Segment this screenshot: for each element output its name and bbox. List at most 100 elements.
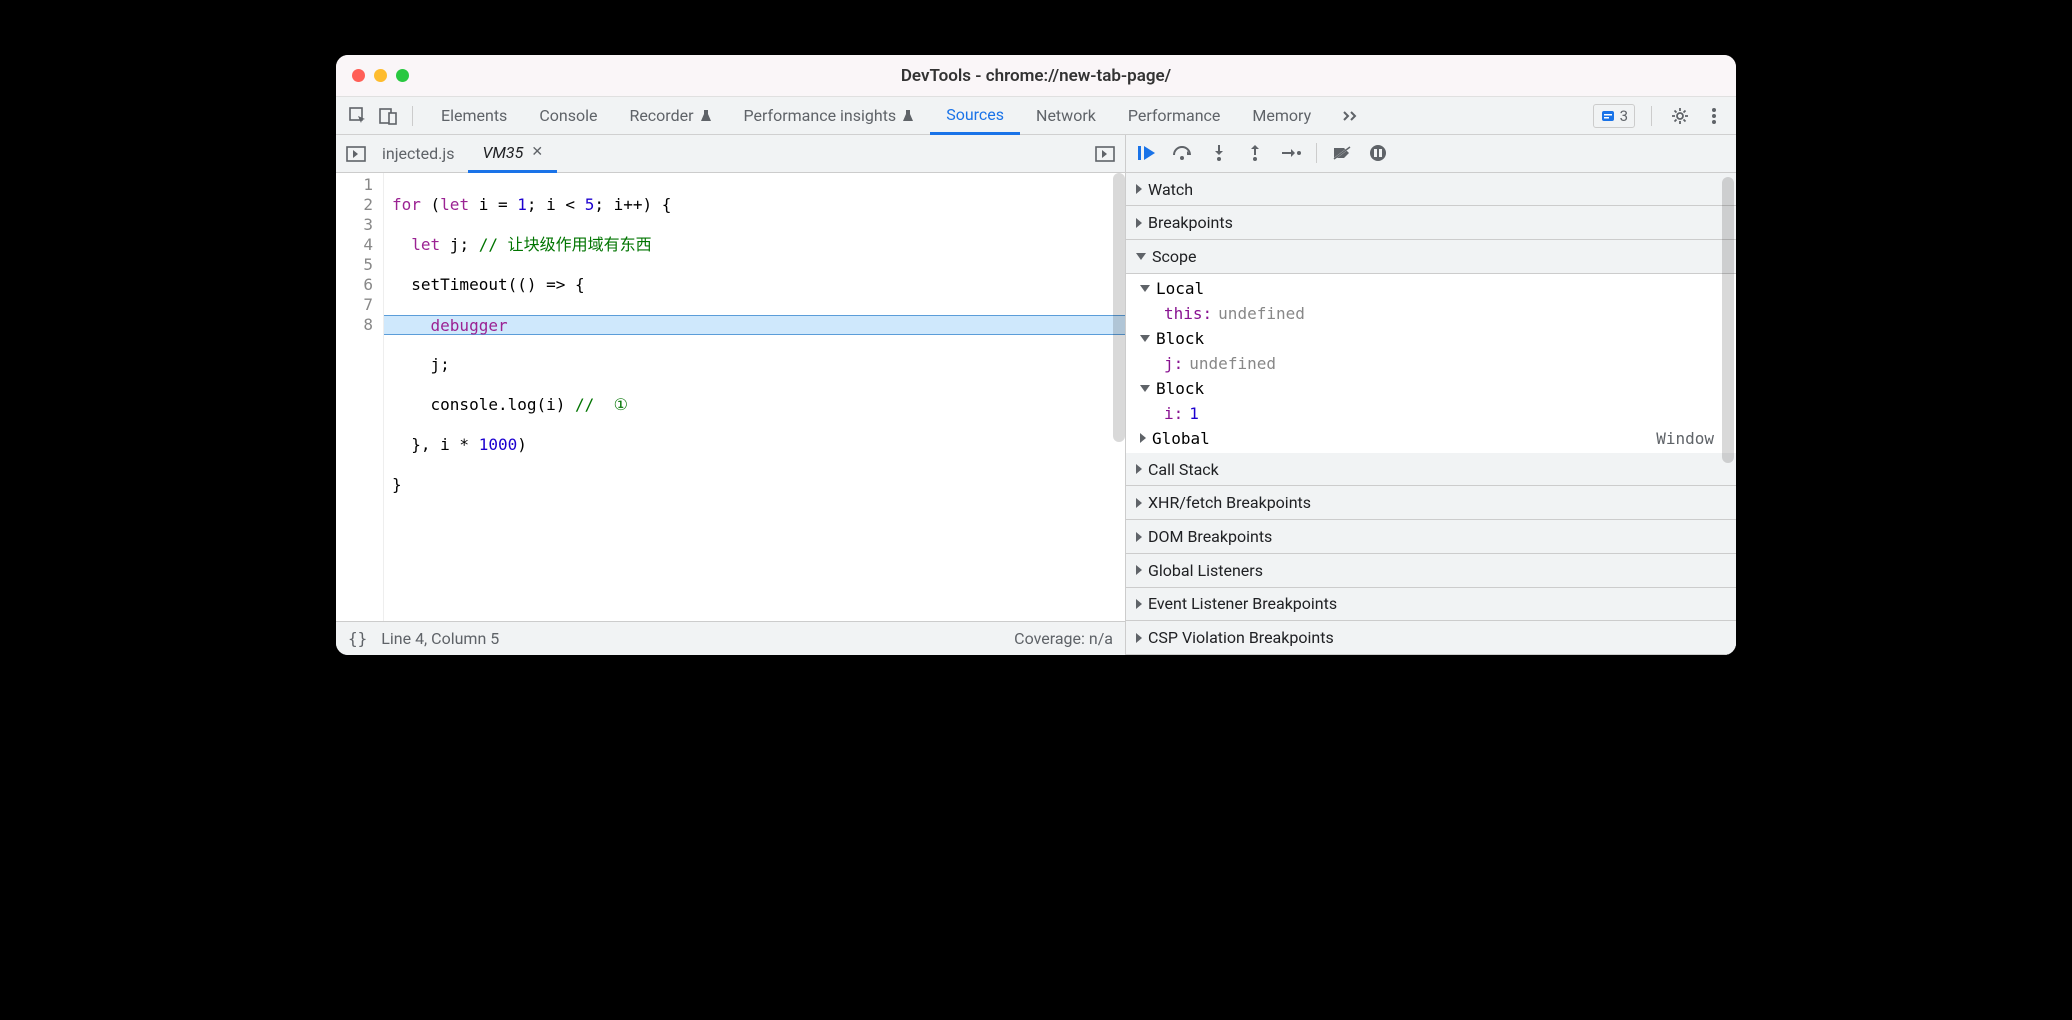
- scope-label: Local: [1156, 276, 1204, 301]
- line-number: 5: [336, 255, 373, 275]
- code-line: }, i * 1000): [390, 435, 1125, 455]
- editor[interactable]: 1 2 3 4 5 6 7 8 for (let i = 1; i < 5; i…: [336, 173, 1125, 621]
- tab-performance-insights-label: Performance insights: [744, 106, 897, 125]
- minimize-window-button[interactable]: [374, 69, 387, 82]
- inspect-element-icon[interactable]: [346, 104, 370, 128]
- section-label: Event Listener Breakpoints: [1148, 594, 1337, 613]
- toolbar-separator: [412, 106, 413, 126]
- main-toolbar: Elements Console Recorder Performance in…: [336, 97, 1736, 135]
- scope-body: Local this: undefined Block j: undefined…: [1126, 274, 1736, 453]
- chevron-right-icon: [1136, 498, 1142, 508]
- scope-block-2[interactable]: Block: [1126, 376, 1736, 401]
- section-label: CSP Violation Breakpoints: [1148, 628, 1334, 647]
- chevron-right-icon: [1136, 633, 1142, 643]
- code-line: }: [390, 475, 1125, 495]
- scope-var-this[interactable]: this: undefined: [1126, 301, 1736, 326]
- maximize-window-button[interactable]: [396, 69, 409, 82]
- section-xhr-breakpoints[interactable]: XHR/fetch Breakpoints: [1126, 486, 1736, 520]
- tab-performance[interactable]: Performance: [1112, 97, 1237, 135]
- file-tab-label: injected.js: [382, 144, 454, 163]
- line-number: 7: [336, 295, 373, 315]
- file-tabs-right: [1093, 142, 1117, 166]
- scope-local[interactable]: Local: [1126, 276, 1736, 301]
- titlebar: DevTools - chrome://new-tab-page/: [336, 55, 1736, 97]
- scope-var-i[interactable]: i: 1: [1126, 401, 1736, 426]
- tab-sources[interactable]: Sources: [930, 97, 1020, 135]
- toolbar-right: 3: [1593, 104, 1726, 128]
- close-tab-icon[interactable]: ✕: [531, 144, 543, 160]
- section-watch[interactable]: Watch: [1126, 173, 1736, 207]
- coverage-status: Coverage: n/a: [1014, 629, 1113, 648]
- tab-memory[interactable]: Memory: [1236, 97, 1327, 135]
- step-out-button[interactable]: [1244, 142, 1266, 164]
- section-scope[interactable]: Scope: [1126, 240, 1736, 274]
- chevron-right-icon: [1136, 464, 1142, 474]
- more-options-icon[interactable]: [1702, 104, 1726, 128]
- section-breakpoints[interactable]: Breakpoints: [1126, 206, 1736, 240]
- issues-badge[interactable]: 3: [1593, 104, 1635, 128]
- section-label: Scope: [1152, 247, 1196, 266]
- editor-pane: injected.js VM35 ✕ 1 2 3 4: [336, 135, 1126, 655]
- section-label: Breakpoints: [1148, 213, 1233, 232]
- more-tabs-button[interactable]: [1327, 97, 1377, 135]
- file-tab-vm35[interactable]: VM35 ✕: [468, 135, 557, 173]
- resume-button[interactable]: [1136, 142, 1158, 164]
- step-into-button[interactable]: [1208, 142, 1230, 164]
- chevron-right-icon: [1136, 218, 1142, 228]
- step-button[interactable]: [1280, 142, 1302, 164]
- right-scrollbar[interactable]: [1722, 177, 1734, 463]
- scope-global[interactable]: Global Window: [1126, 426, 1736, 451]
- code-line-highlighted: debugger: [384, 315, 1125, 335]
- tab-performance-insights[interactable]: Performance insights: [728, 97, 931, 135]
- issue-icon: [1600, 108, 1616, 124]
- debugger-pane: Watch Breakpoints Scope Local this: unde…: [1126, 135, 1736, 655]
- scope-var-j[interactable]: j: undefined: [1126, 351, 1736, 376]
- section-global-listeners[interactable]: Global Listeners: [1126, 554, 1736, 588]
- close-window-button[interactable]: [352, 69, 365, 82]
- deactivate-breakpoints-button[interactable]: [1331, 142, 1353, 164]
- chevron-down-icon: [1136, 253, 1146, 260]
- line-number: 8: [336, 315, 373, 335]
- tab-console[interactable]: Console: [523, 97, 613, 135]
- code-line: j;: [390, 355, 1125, 375]
- line-number: 2: [336, 195, 373, 215]
- chevron-down-icon: [1140, 335, 1150, 342]
- section-label: Global Listeners: [1148, 561, 1263, 580]
- code-area[interactable]: for (let i = 1; i < 5; i++) { let j; // …: [384, 173, 1125, 621]
- section-event-listener-breakpoints[interactable]: Event Listener Breakpoints: [1126, 588, 1736, 622]
- more-file-tabs-icon[interactable]: [1093, 142, 1117, 166]
- section-call-stack[interactable]: Call Stack: [1126, 453, 1736, 487]
- devtools-window: DevTools - chrome://new-tab-page/ Elemen…: [336, 55, 1736, 655]
- line-number: 4: [336, 235, 373, 255]
- code-line: for (let i = 1; i < 5; i++) {: [390, 195, 1125, 215]
- panel-body: injected.js VM35 ✕ 1 2 3 4: [336, 135, 1736, 655]
- section-dom-breakpoints[interactable]: DOM Breakpoints: [1126, 520, 1736, 554]
- section-csp-breakpoints[interactable]: CSP Violation Breakpoints: [1126, 621, 1736, 655]
- chevron-right-icon: [1136, 184, 1142, 194]
- tab-recorder-label: Recorder: [629, 106, 693, 125]
- scope-label: Global: [1152, 426, 1210, 451]
- tab-network[interactable]: Network: [1020, 97, 1112, 135]
- line-number: 1: [336, 175, 373, 195]
- chevron-right-icon: [1140, 433, 1146, 443]
- section-label: DOM Breakpoints: [1148, 527, 1272, 546]
- section-label: XHR/fetch Breakpoints: [1148, 493, 1311, 512]
- debug-toolbar: [1126, 135, 1736, 173]
- line-number: 3: [336, 215, 373, 235]
- editor-scrollbar[interactable]: [1113, 173, 1125, 442]
- device-toolbar-icon[interactable]: [376, 104, 400, 128]
- settings-icon[interactable]: [1668, 104, 1692, 128]
- tab-recorder[interactable]: Recorder: [613, 97, 727, 135]
- pause-on-exceptions-button[interactable]: [1367, 142, 1389, 164]
- scope-global-value: Window: [1656, 426, 1726, 451]
- braces-icon[interactable]: {}: [348, 629, 367, 648]
- toolbar-separator: [1651, 106, 1652, 126]
- code-line: setTimeout(() => {: [390, 275, 1125, 295]
- file-tab-injected[interactable]: injected.js: [368, 135, 468, 173]
- tab-elements[interactable]: Elements: [425, 97, 523, 135]
- flask-icon: [700, 109, 712, 123]
- navigator-toggle-icon[interactable]: [344, 142, 368, 166]
- scope-block-1[interactable]: Block: [1126, 326, 1736, 351]
- chevron-double-right-icon: [1343, 111, 1361, 121]
- step-over-button[interactable]: [1172, 142, 1194, 164]
